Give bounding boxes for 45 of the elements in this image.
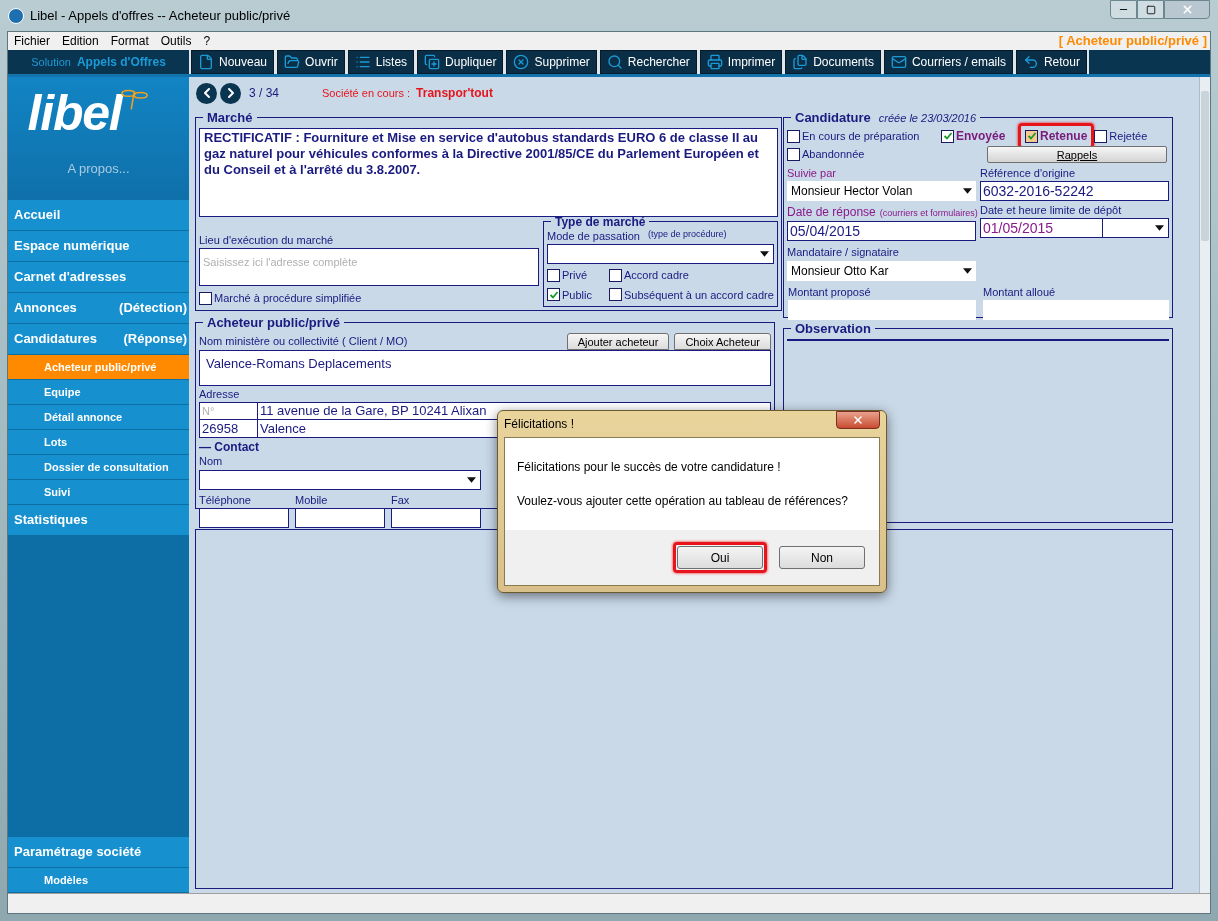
logo-text: libel (27, 84, 122, 143)
field-label: Nom ministère ou collectivité ( Client / MO) (199, 333, 408, 349)
company-label: Société en cours : (322, 85, 411, 101)
field-label: Adresse (199, 386, 240, 402)
section-title: Type de marché (555, 215, 646, 228)
field-label: Référence d'origine (980, 165, 1076, 181)
status-label: En cours de préparation (802, 128, 920, 144)
company-name: Transpor'tout (416, 85, 493, 102)
brand-name: Appels d'Offres (76, 54, 166, 71)
field-label: Montant proposé (788, 284, 871, 300)
section-title: Marché (207, 109, 253, 127)
field-label: Date et heure limite de dépôt (980, 203, 1122, 218)
field-label: Lieu d'exécution du marché (199, 232, 334, 248)
dialog-message: Félicitations pour le succès de votre candidature ! (517, 459, 782, 476)
field-label: Téléphone (199, 492, 251, 508)
field-label: Marché à procédure simplifiée (214, 291, 362, 306)
brand-prefix: Solution (31, 54, 71, 70)
field-label: Date de réponse (787, 204, 876, 221)
field-label: Nom (199, 454, 223, 469)
field-label: Suivie par (787, 165, 836, 181)
field-label: Mobile (295, 492, 328, 508)
field-label: Accord cadre (624, 268, 689, 283)
dialog-message: Voulez-vous ajouter cette opération au tableau de références? (517, 493, 849, 510)
field-label: Subséquent à un accord cadre (624, 287, 774, 303)
section-title: Acheteur public/privé (207, 314, 340, 332)
status-label: Envoyée (956, 128, 1006, 145)
field-label: Fax (391, 492, 410, 508)
field-label: Public (562, 287, 592, 303)
status-label: Abandonnée (802, 147, 865, 163)
window-title: Libel - Appels d'offres -- Acheteur public/privé (30, 6, 291, 25)
section-title: Observation (795, 320, 871, 338)
subsection-title: — Contact (199, 441, 260, 453)
dialog-title: Félicitations ! (504, 416, 575, 433)
field-label: Montant alloué (983, 284, 1056, 300)
record-counter: 3 / 34 (249, 85, 280, 102)
field-label: Mode de passation (547, 229, 640, 244)
section-indicator: [ Acheteur public/privé ] (1058, 32, 1207, 51)
status-label: Retenue (1040, 128, 1088, 145)
field-label: Privé (562, 268, 588, 283)
hint-text: (type de procédure) (647, 227, 727, 241)
hint-text: (courriers et formulaires) (879, 207, 978, 220)
section-title: Candidature (795, 109, 871, 127)
status-label: Rejetée (1109, 128, 1148, 144)
field-label: Mandataire / signataire (787, 245, 899, 260)
creation-date: créée le 23/03/2016 (878, 111, 977, 126)
